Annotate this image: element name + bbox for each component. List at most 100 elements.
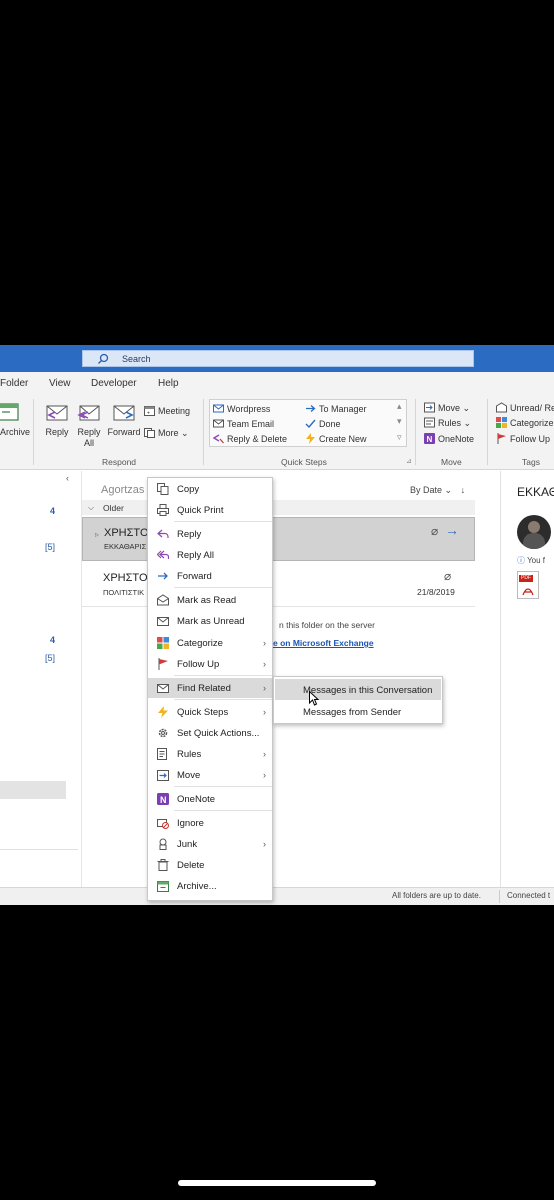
dialog-launcher-icon[interactable]: ⊿ xyxy=(406,457,412,465)
menu-item-quick-print[interactable]: Quick Print xyxy=(148,500,272,520)
categorize-button[interactable]: Categorize xyxy=(496,417,554,428)
rules-icon xyxy=(157,748,167,760)
menu-item-forward[interactable]: Forward xyxy=(148,566,272,586)
avatar xyxy=(517,515,551,549)
menu-item-set-quick-actions[interactable]: Set Quick Actions... xyxy=(148,723,272,743)
quick-step-label: Wordpress xyxy=(227,404,271,414)
tab-help[interactable]: Help xyxy=(158,378,179,389)
message-row[interactable]: ΧΡΗΣΤΟ ΠΟΛΙΤΙΣΤΙΚ ⌀ 21/8/2019 xyxy=(82,563,475,607)
quick-step-wordpress[interactable]: Wordpress xyxy=(213,403,270,414)
exchange-link[interactable]: e on Microsoft Exchange xyxy=(273,638,374,648)
connection-status: Connected t xyxy=(507,891,551,900)
tab-view[interactable]: View xyxy=(49,378,71,389)
quick-step-to-manager[interactable]: To Manager xyxy=(305,403,367,414)
folder-unread-count: [5] xyxy=(45,653,56,663)
submenu-item-messages-from-sender[interactable]: Messages from Sender xyxy=(275,701,441,722)
reply-button[interactable]: Reply xyxy=(42,401,72,437)
onenote-button-label: OneNote xyxy=(438,434,475,444)
menu-item-junk[interactable]: Junk › xyxy=(148,834,272,854)
tab-folder[interactable]: Folder xyxy=(0,378,28,389)
submenu-arrow-icon: › xyxy=(263,770,266,780)
quick-step-done[interactable]: Done xyxy=(305,418,341,429)
reply-all-button[interactable]: Reply All xyxy=(74,401,104,449)
reading-pane: ΕΚΚΑΘ ⓘ You f PDF xyxy=(500,471,554,887)
sort-direction-icon[interactable]: ↓ xyxy=(461,485,466,495)
context-menu: Copy Quick Print Reply Reply All Forward… xyxy=(147,477,273,901)
unread-read-button[interactable]: Unread/ Re xyxy=(496,402,554,413)
move-button[interactable]: Move ⌄ xyxy=(424,402,470,414)
menu-item-delete[interactable]: Delete xyxy=(148,855,272,875)
search-box[interactable]: Search xyxy=(82,350,474,367)
menu-item-reply[interactable]: Reply xyxy=(148,524,272,544)
menu-item-mark-as-unread[interactable]: Mark as Unread xyxy=(148,611,272,631)
search-label: Search xyxy=(122,354,151,364)
categorize-icon xyxy=(496,417,507,428)
submenu-item-label: Messages from Sender xyxy=(303,707,402,718)
meeting-button[interactable]: + Meeting xyxy=(144,405,190,416)
checkmark-icon xyxy=(305,419,316,429)
tab-developer[interactable]: Developer xyxy=(91,378,137,389)
menu-item-quick-steps[interactable]: Quick Steps › xyxy=(148,702,272,722)
envelope-icon xyxy=(157,684,169,693)
quick-steps-group-label: Quick Steps xyxy=(281,457,327,467)
menu-item-find-related[interactable]: Find Related › xyxy=(148,678,272,698)
rules-button-label: Rules xyxy=(438,418,462,428)
sort-by-date[interactable]: By Date ⌄ ↓ xyxy=(410,485,465,496)
reply-icon xyxy=(46,405,68,421)
quick-step-label: To Manager xyxy=(319,404,367,414)
menu-item-label: Follow Up xyxy=(177,659,220,670)
group-header[interactable]: ⌵ Older xyxy=(82,500,475,515)
quick-step-reply-delete[interactable]: Reply & Delete xyxy=(213,433,287,444)
pdf-acrobat-icon xyxy=(522,588,534,596)
submenu-item-messages-in-conversation[interactable]: Messages in this Conversation xyxy=(275,679,441,700)
menu-item-mark-as-read[interactable]: Mark as Read xyxy=(148,590,272,610)
menu-item-copy[interactable]: Copy xyxy=(148,479,272,499)
categorize-label: Categorize xyxy=(510,418,554,428)
move-button-label: Move xyxy=(438,403,461,413)
selected-folder[interactable] xyxy=(0,781,66,799)
menu-item-rules[interactable]: Rules › xyxy=(148,744,272,764)
lightning-icon xyxy=(158,706,168,718)
outlook-window: Search Folder View Developer Help Archiv… xyxy=(0,345,554,905)
follow-up-button[interactable]: Follow Up xyxy=(496,433,550,444)
archive-button[interactable]: Archive xyxy=(0,401,30,437)
rules-button[interactable]: Rules ⌄ xyxy=(424,417,471,429)
menu-item-move[interactable]: Move › xyxy=(148,765,272,785)
envelope-icon xyxy=(157,617,169,626)
reply-delete-icon xyxy=(213,434,224,444)
message-subject: ΕΚΚΑΘΑΡΙΣ xyxy=(104,542,147,551)
collapse-chevron-icon[interactable]: ‹ xyxy=(66,473,69,483)
menu-item-reply-all[interactable]: Reply All xyxy=(148,545,272,565)
menu-item-label: Set Quick Actions... xyxy=(177,728,260,739)
menu-item-categorize[interactable]: Categorize › xyxy=(148,633,272,653)
svg-text:N: N xyxy=(427,435,433,444)
reply-all-label: Reply All xyxy=(77,427,101,448)
more-label: More xyxy=(158,428,179,438)
menu-item-follow-up[interactable]: Follow Up › xyxy=(148,654,272,674)
submenu-arrow-icon: › xyxy=(263,638,266,648)
folder-unread-count: 4 xyxy=(50,506,56,516)
quick-steps-scroll-down[interactable]: ▾ xyxy=(397,416,402,427)
attachment-icon: ⌀ xyxy=(444,569,452,583)
ribbon: Archive Reply Reply All Forward + Meeting… xyxy=(0,395,554,470)
calendar-icon: + xyxy=(144,406,155,416)
more-respond-button[interactable]: More ⌄ xyxy=(144,427,189,439)
pdf-attachment-icon[interactable]: PDF xyxy=(517,571,539,599)
submenu-arrow-icon: › xyxy=(263,707,266,717)
menu-separator xyxy=(174,587,272,588)
quick-step-create-new[interactable]: Create New xyxy=(305,433,367,444)
forward-icon xyxy=(113,405,135,421)
quick-steps-expand[interactable]: ▿ xyxy=(397,432,402,443)
onenote-button[interactable]: N OneNote xyxy=(424,433,474,444)
quick-steps-scroll-up[interactable]: ▴ xyxy=(397,401,402,412)
forward-button[interactable]: Forward xyxy=(106,401,142,437)
menu-item-onenote[interactable]: N OneNote xyxy=(148,789,272,809)
submenu-item-label: Messages in this Conversation xyxy=(303,685,433,696)
message-row-selected[interactable]: ▹ ΧΡΗΣΤΟ ΕΚΚΑΘΑΡΙΣ ⌀ → xyxy=(82,517,475,561)
onenote-icon: N xyxy=(424,433,435,444)
menu-item-ignore[interactable]: Ignore xyxy=(148,813,272,833)
quick-step-label: Reply & Delete xyxy=(227,434,288,444)
ribbon-separator xyxy=(203,399,204,465)
quick-step-team-email[interactable]: Team Email xyxy=(213,418,274,429)
menu-item-archive[interactable]: Archive... xyxy=(148,876,272,896)
